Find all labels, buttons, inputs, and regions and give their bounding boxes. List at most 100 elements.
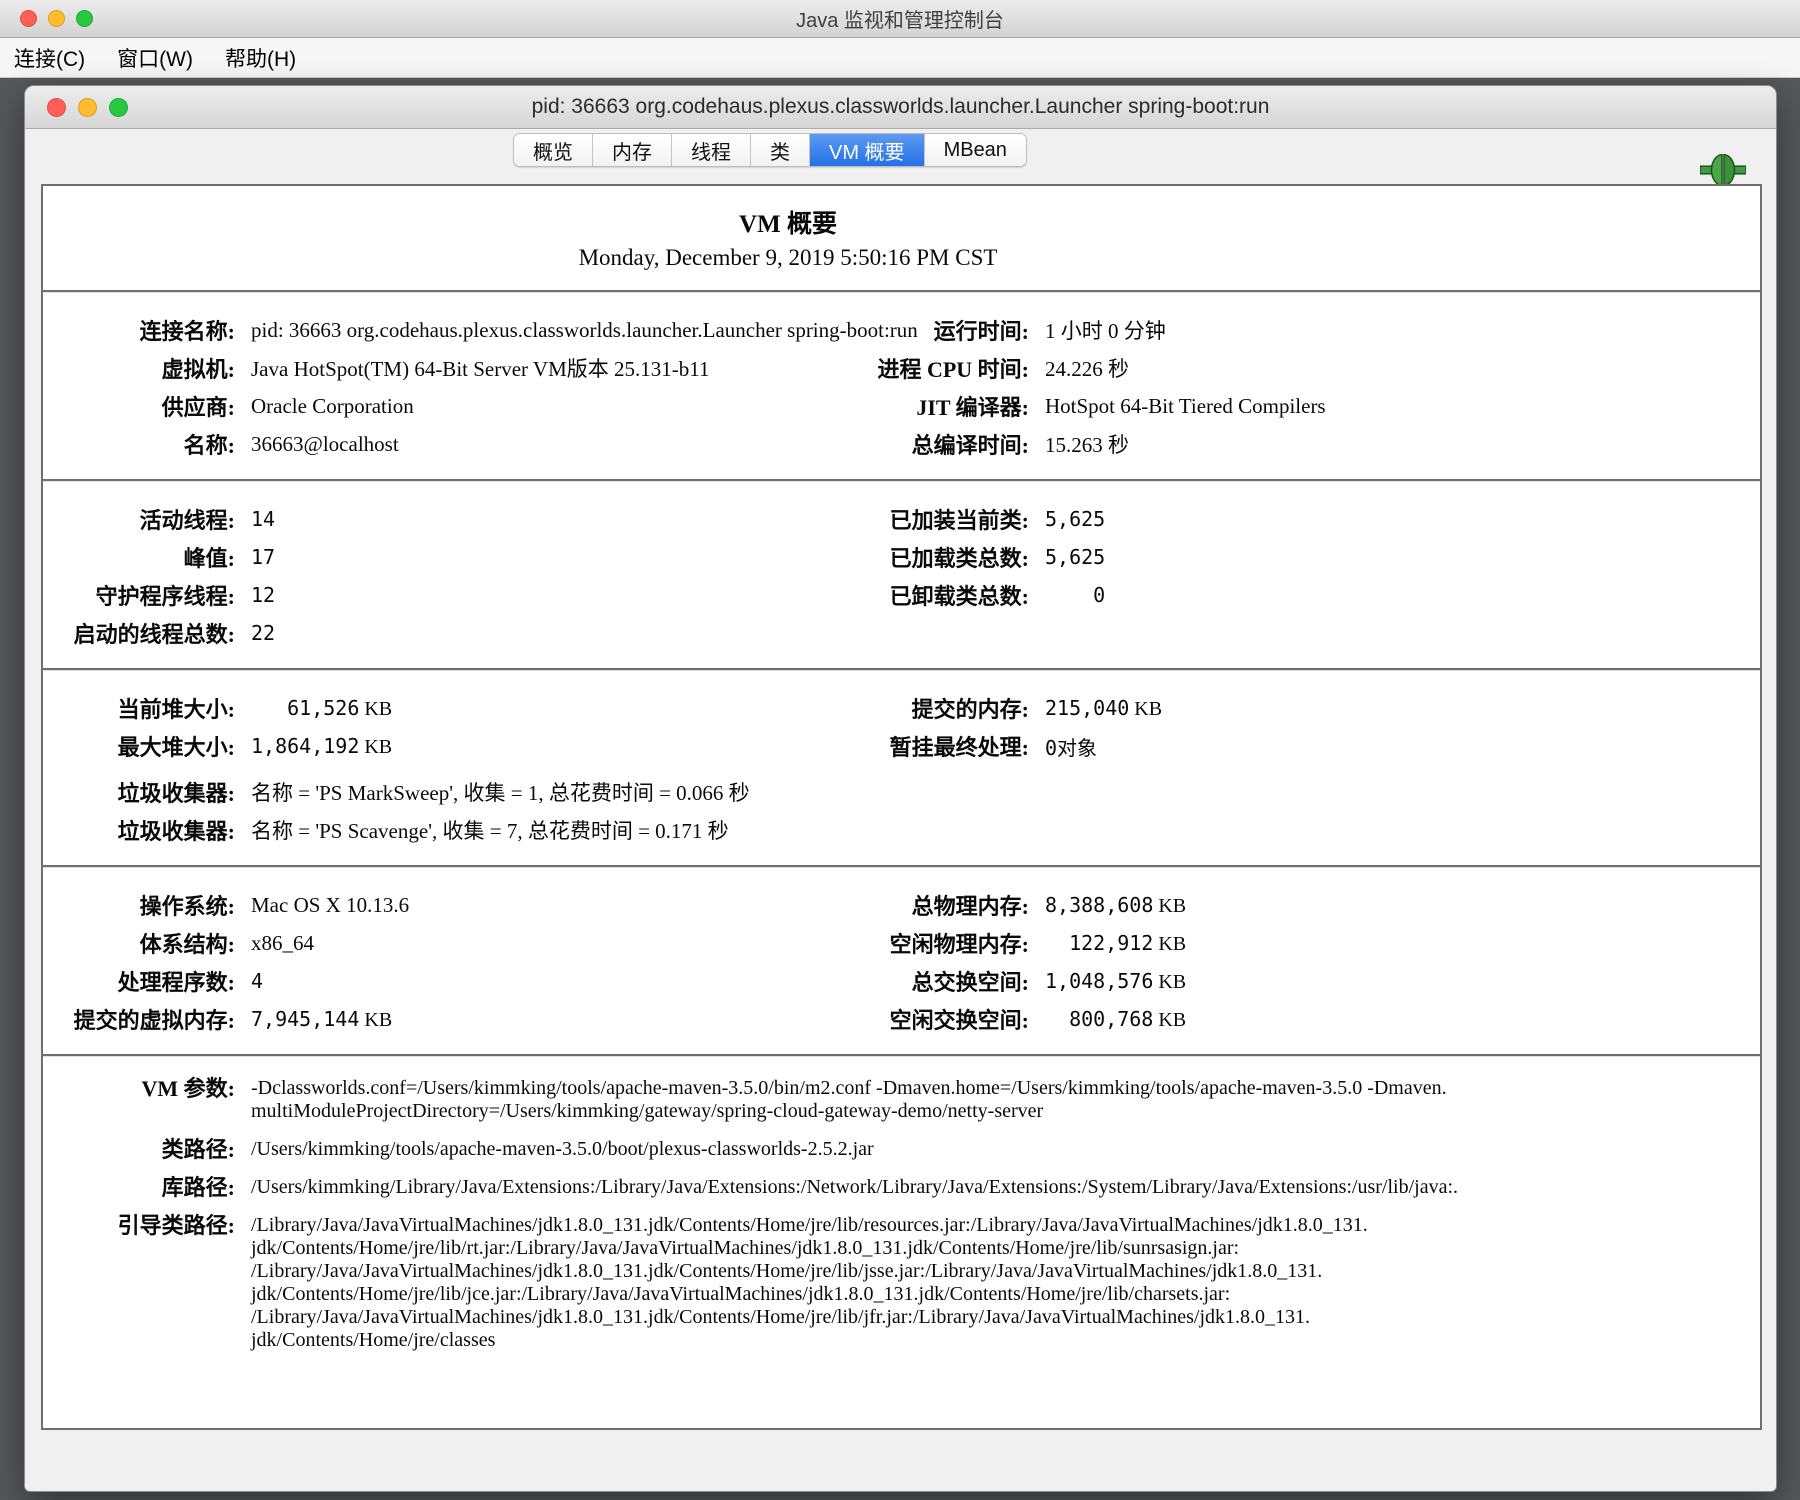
field-label: 守护程序线程: [43, 579, 235, 611]
tab-vm-summary[interactable]: VM 概要 [810, 134, 925, 166]
row-name: 名称: 36663@localhost [43, 425, 821, 463]
mdi-desktop: pid: 36663 org.codehaus.plexus.classworl… [0, 78, 1800, 1500]
connection-frame: pid: 36663 org.codehaus.plexus.classworl… [24, 85, 1777, 1492]
tab-memory[interactable]: 内存 [593, 134, 672, 166]
section-memory: 当前堆大小:61,526 KB 最大堆大小:1,864,192 KB 提交的内存… [43, 671, 1760, 865]
field-label: JIT 编译器: [821, 390, 1029, 422]
row-connection-name: 连接名称:pid: 36663 org.codehaus.plexus.clas… [43, 311, 821, 349]
field-value: pid: 36663 org.codehaus.plexus.classworl… [251, 318, 918, 343]
field-value: 名称 = 'PS Scavenge', 收集 = 7, 总花费时间 = 0.17… [251, 815, 729, 845]
field-value: 1,048,576 [1045, 969, 1153, 993]
row-committed-memory: 提交的内存:215,040 KB [821, 689, 1760, 727]
row-gc-scavenge: 垃圾收集器: 名称 = 'PS Scavenge', 收集 = 7, 总花费时间 … [43, 811, 1760, 849]
field-value: 5,625 [1045, 545, 1105, 569]
field-unit: KB [1153, 895, 1186, 917]
field-value: 122,912 [1045, 931, 1153, 955]
field-value: HotSpot 64-Bit Tiered Compilers [1045, 394, 1326, 419]
field-value: 14 [251, 507, 275, 531]
frame-body: 概览 内存 线程 类 VM 概要 MBean VM [25, 129, 1776, 1491]
field-value: 1 小时 0 分钟 [1045, 315, 1166, 345]
field-label: 垃圾收集器: [43, 814, 235, 846]
field-label: 提交的虚拟内存: [43, 1003, 235, 1035]
row-daemon-threads: 守护程序线程: 12 [43, 576, 821, 614]
row-live-threads: 活动线程:14 [43, 500, 821, 538]
field-label: 已加装当前类: [821, 503, 1029, 535]
tab-threads[interactable]: 线程 [672, 134, 751, 166]
field-label: 总物理内存: [821, 889, 1029, 921]
row-gc-marksweep: 垃圾收集器:名称 = 'PS MarkSweep', 收集 = 1, 总花费时间… [43, 773, 1760, 811]
field-label: 当前堆大小: [43, 692, 235, 724]
row-pending-finalization: 暂挂最终处理:0对象 [821, 727, 1760, 765]
field-value: 7,945,144 [251, 1007, 359, 1031]
field-label: 总编译时间: [821, 428, 1029, 460]
field-label: 类路径: [43, 1138, 235, 1161]
field-label: 连接名称: [43, 314, 235, 346]
row-total-physical: 总物理内存:8,388,608 KB [821, 886, 1760, 924]
field-label: 供应商: [43, 390, 235, 422]
row-max-heap: 最大堆大小:1,864,192 KB [43, 727, 821, 765]
row-processors: 处理程序数:4 [43, 962, 821, 1000]
field-unit: KB [359, 1009, 392, 1031]
menu-help[interactable]: 帮助(H) [225, 43, 312, 73]
field-value: 0 [1045, 583, 1105, 607]
field-label: 空闲交换空间: [821, 1003, 1029, 1035]
tab-overview[interactable]: 概览 [514, 134, 593, 166]
row-jit: JIT 编译器: HotSpot 64-Bit Tiered Compilers [821, 387, 1760, 425]
row-arch: 体系结构:x86_64 [43, 924, 821, 962]
frame-title: pid: 36663 org.codehaus.plexus.classworl… [25, 95, 1776, 119]
page-title: VM 概要 [43, 208, 1533, 242]
field-unit: 对象 [1057, 738, 1097, 760]
field-label: 库路径: [43, 1176, 235, 1199]
field-label: 操作系统: [43, 889, 235, 921]
field-value: 24.226 秒 [1045, 353, 1129, 383]
menu-window[interactable]: 窗口(W) [117, 43, 209, 73]
field-value: -Dclassworlds.conf=/Users/kimmking/tools… [251, 1077, 1447, 1123]
vm-summary-panel: VM 概要 Monday, December 9, 2019 5:50:16 P… [41, 184, 1762, 1430]
field-value: 17 [251, 545, 275, 569]
field-value: 36663@localhost [251, 432, 399, 457]
field-label: VM 参数: [43, 1077, 235, 1100]
row-vm: 虚拟机:Java HotSpot(TM) 64-Bit Server VM版本 … [43, 349, 821, 387]
field-unit: KB [359, 736, 392, 758]
tab-classes[interactable]: 类 [751, 134, 810, 166]
field-value: /Users/kimmking/Library/Java/Extensions:… [251, 1176, 1458, 1199]
app-title: Java 监视和管理控制台 [0, 4, 1800, 33]
menu-connect[interactable]: 连接(C) [14, 43, 101, 73]
field-label: 最大堆大小: [43, 730, 235, 762]
section-os: 操作系统: Mac OS X 10.13.6 体系结构:x86_64 处理程序数:… [43, 868, 1760, 1054]
timestamp: Monday, December 9, 2019 5:50:16 PM CST [43, 242, 1533, 274]
field-unit: KB [1129, 698, 1162, 720]
field-label: 运行时间: [821, 314, 1029, 346]
field-label: 引导类路径: [43, 1214, 235, 1237]
row-total-swap: 总交换空间:1,048,576 KB [821, 962, 1760, 1000]
field-value: Oracle Corporation [251, 394, 414, 419]
field-label: 已卸载类总数: [821, 579, 1029, 611]
row-free-physical: 空闲物理内存:122,912 KB [821, 924, 1760, 962]
row-committed-virtual: 提交的虚拟内存: 7,945,144 KB [43, 1000, 821, 1038]
tab-mbean[interactable]: MBean [925, 134, 1026, 166]
row-peak-threads: 峰值:17 [43, 538, 821, 576]
row-loaded-classes: 已加载类总数: 5,625 [821, 538, 1760, 576]
field-label: 名称: [43, 428, 235, 460]
field-label: 已加载类总数: [821, 541, 1029, 573]
row-total-threads: 启动的线程总数:22 [43, 614, 821, 652]
field-label: 体系结构: [43, 927, 235, 959]
field-value: 12 [251, 583, 275, 607]
field-unit: KB [359, 698, 392, 720]
row-uptime: 运行时间: 1 小时 0 分钟 [821, 311, 1760, 349]
row-compile-time: 总编译时间:15.263 秒 [821, 425, 1760, 463]
frame-titlebar: pid: 36663 org.codehaus.plexus.classworl… [25, 86, 1776, 129]
row-vm-arguments: VM 参数: -Dclassworlds.conf=/Users/kimmking… [43, 1077, 1760, 1123]
field-label: 空闲物理内存: [821, 927, 1029, 959]
section-connection: 连接名称: pid: 36663 org.codehaus.plexus.clas… [43, 293, 1760, 479]
row-current-classes: 已加装当前类: 5,625 [821, 500, 1760, 538]
field-value: 5,625 [1045, 507, 1105, 531]
field-value: Mac OS X 10.13.6 [251, 893, 409, 918]
row-class-path: 类路径:/Users/kimmking/tools/apache-maven-3… [43, 1138, 1760, 1161]
field-unit: KB [1153, 971, 1186, 993]
row-boot-class-path: 引导类路径:/Library/Java/JavaVirtualMachines/… [43, 1214, 1760, 1352]
field-label: 暂挂最终处理: [821, 730, 1029, 762]
tab-bar: 概览 内存 线程 类 VM 概要 MBean [513, 133, 1027, 167]
field-value: 4 [251, 969, 263, 993]
row-os: 操作系统: Mac OS X 10.13.6 [43, 886, 821, 924]
